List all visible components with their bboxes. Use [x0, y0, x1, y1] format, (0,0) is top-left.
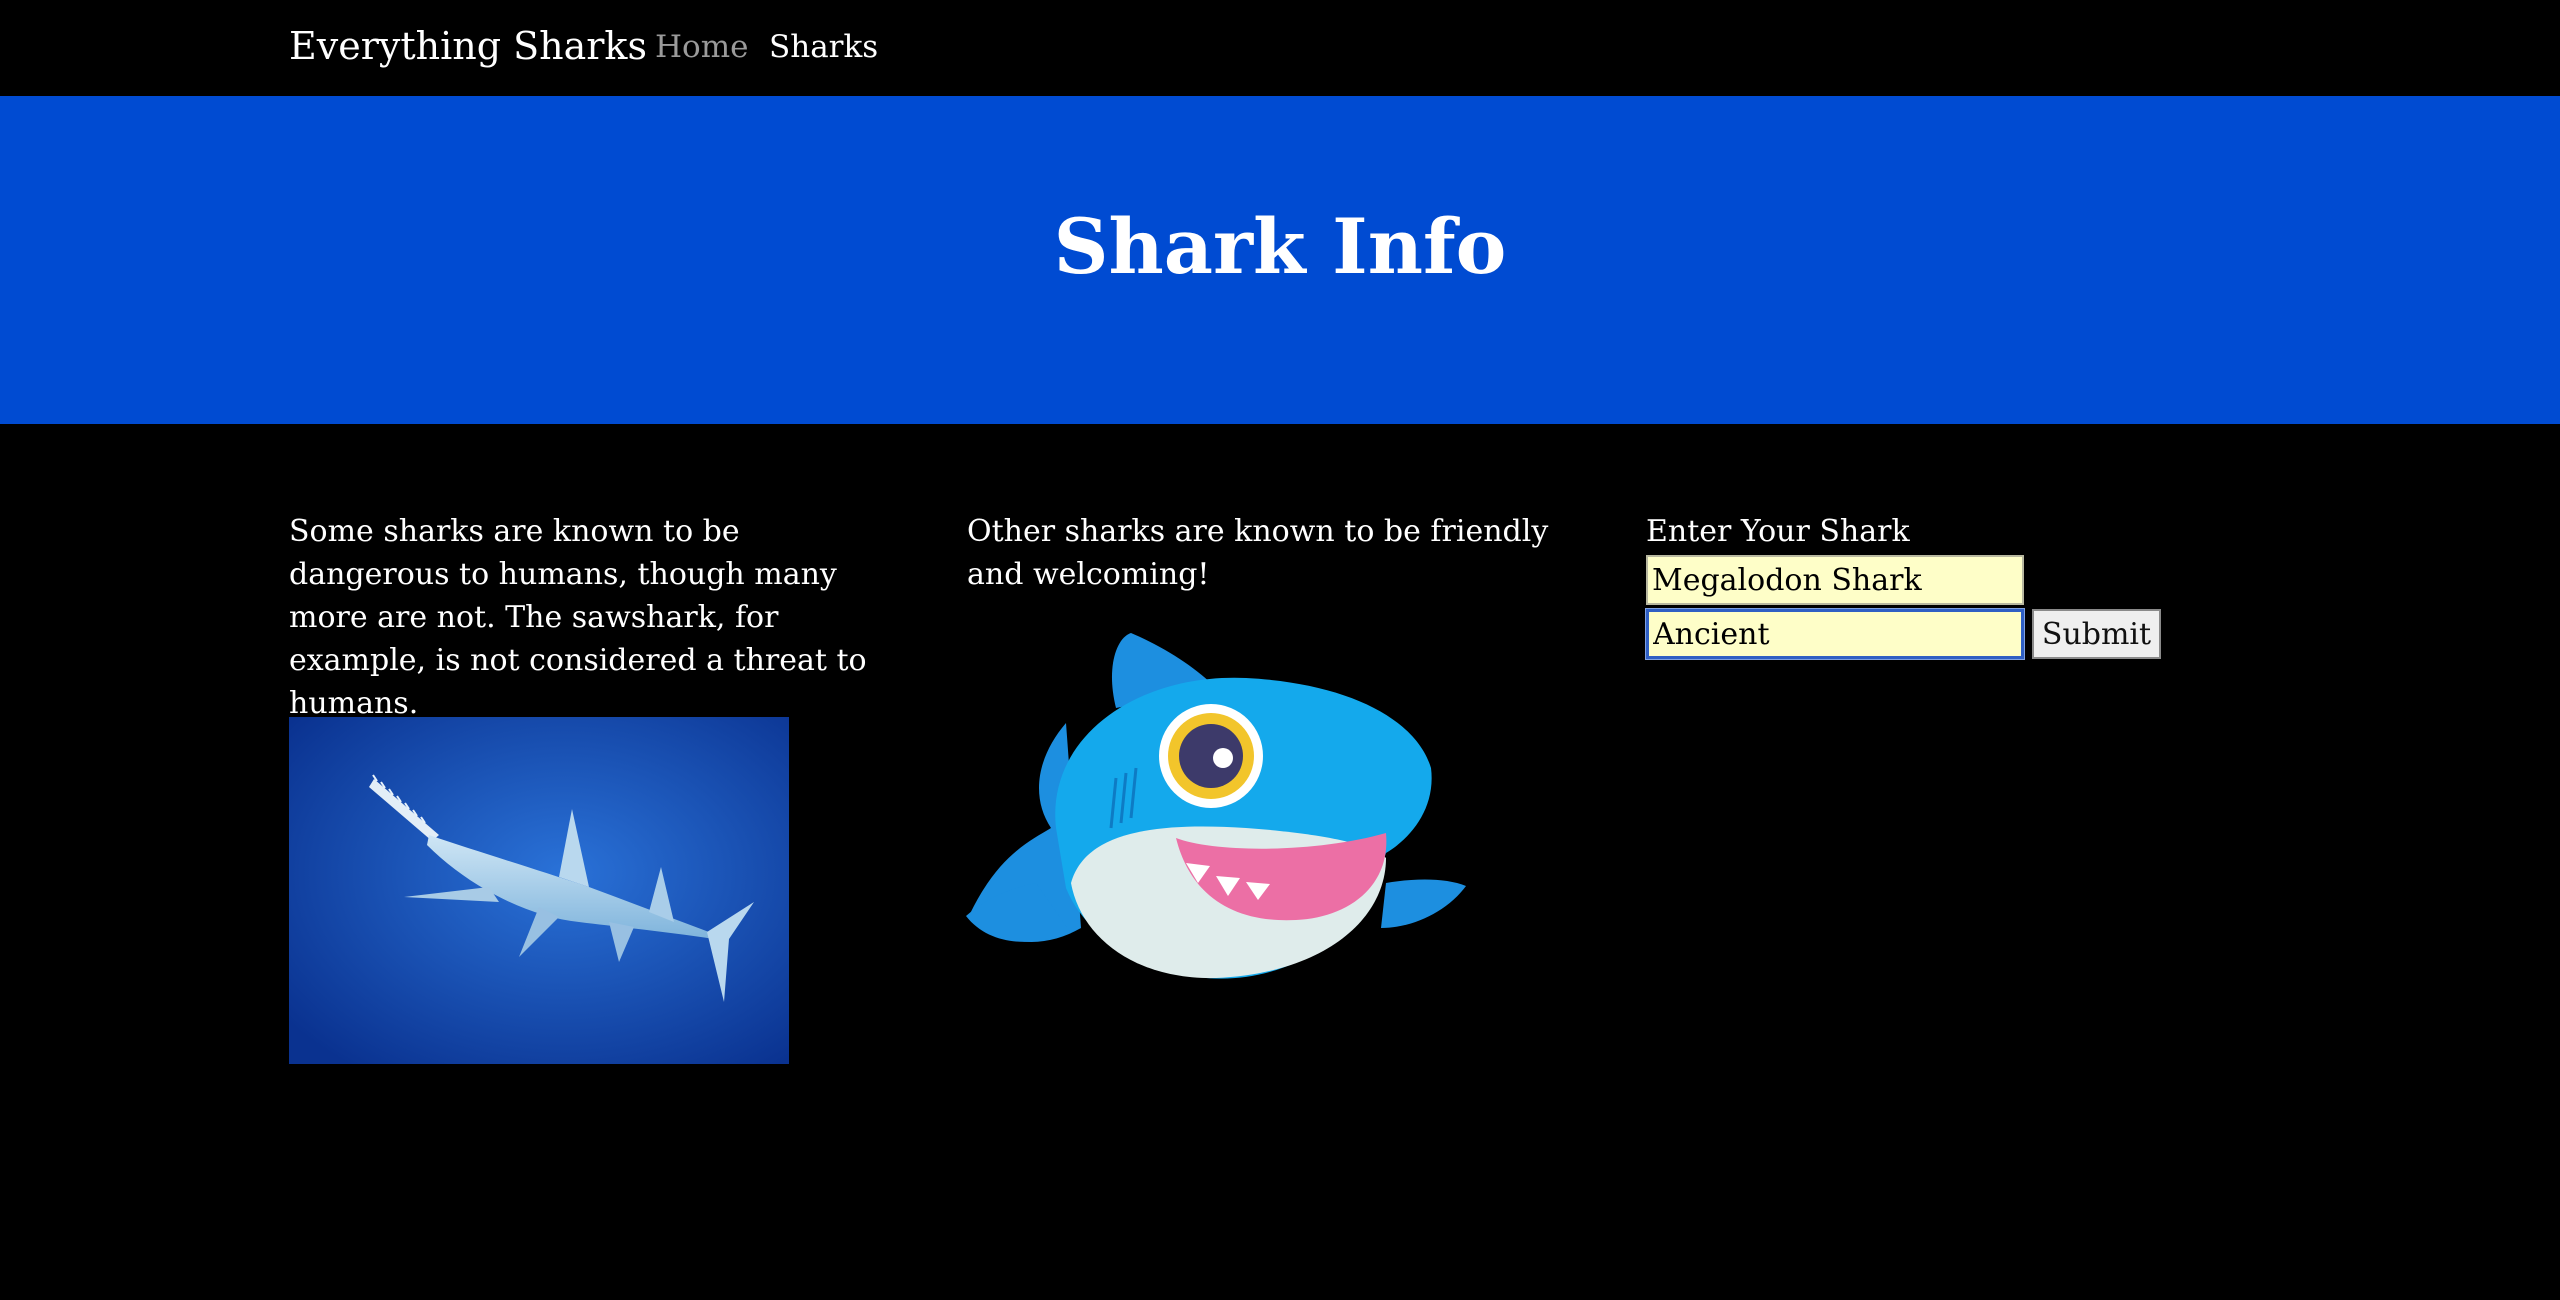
- friendly-sharks-text: Other sharks are known to be friendly an…: [967, 514, 1549, 592]
- cartoon-shark-icon: [966, 633, 1466, 979]
- enter-shark-label: Enter Your Shark: [1646, 514, 1910, 549]
- sawshark-photo: [289, 717, 789, 1064]
- nav-link-sharks[interactable]: Sharks: [769, 26, 878, 68]
- submit-button[interactable]: Submit: [2032, 609, 2161, 659]
- shark-name-input[interactable]: [1646, 555, 2024, 605]
- page-title: Shark Info: [1053, 202, 1507, 291]
- shark-character-input[interactable]: [1646, 609, 2024, 659]
- dangerous-sharks-text: Some sharks are known to be dangerous to…: [289, 514, 867, 721]
- hero-banner: Shark Info: [0, 96, 2560, 424]
- sawshark-illustration: [289, 717, 789, 1064]
- navbar: Everything Sharks Home Sharks: [0, 0, 2560, 96]
- nav-link-home[interactable]: Home: [655, 26, 748, 68]
- cartoon-shark-illustration: [966, 628, 1468, 990]
- brand-link[interactable]: Everything Sharks: [289, 20, 647, 72]
